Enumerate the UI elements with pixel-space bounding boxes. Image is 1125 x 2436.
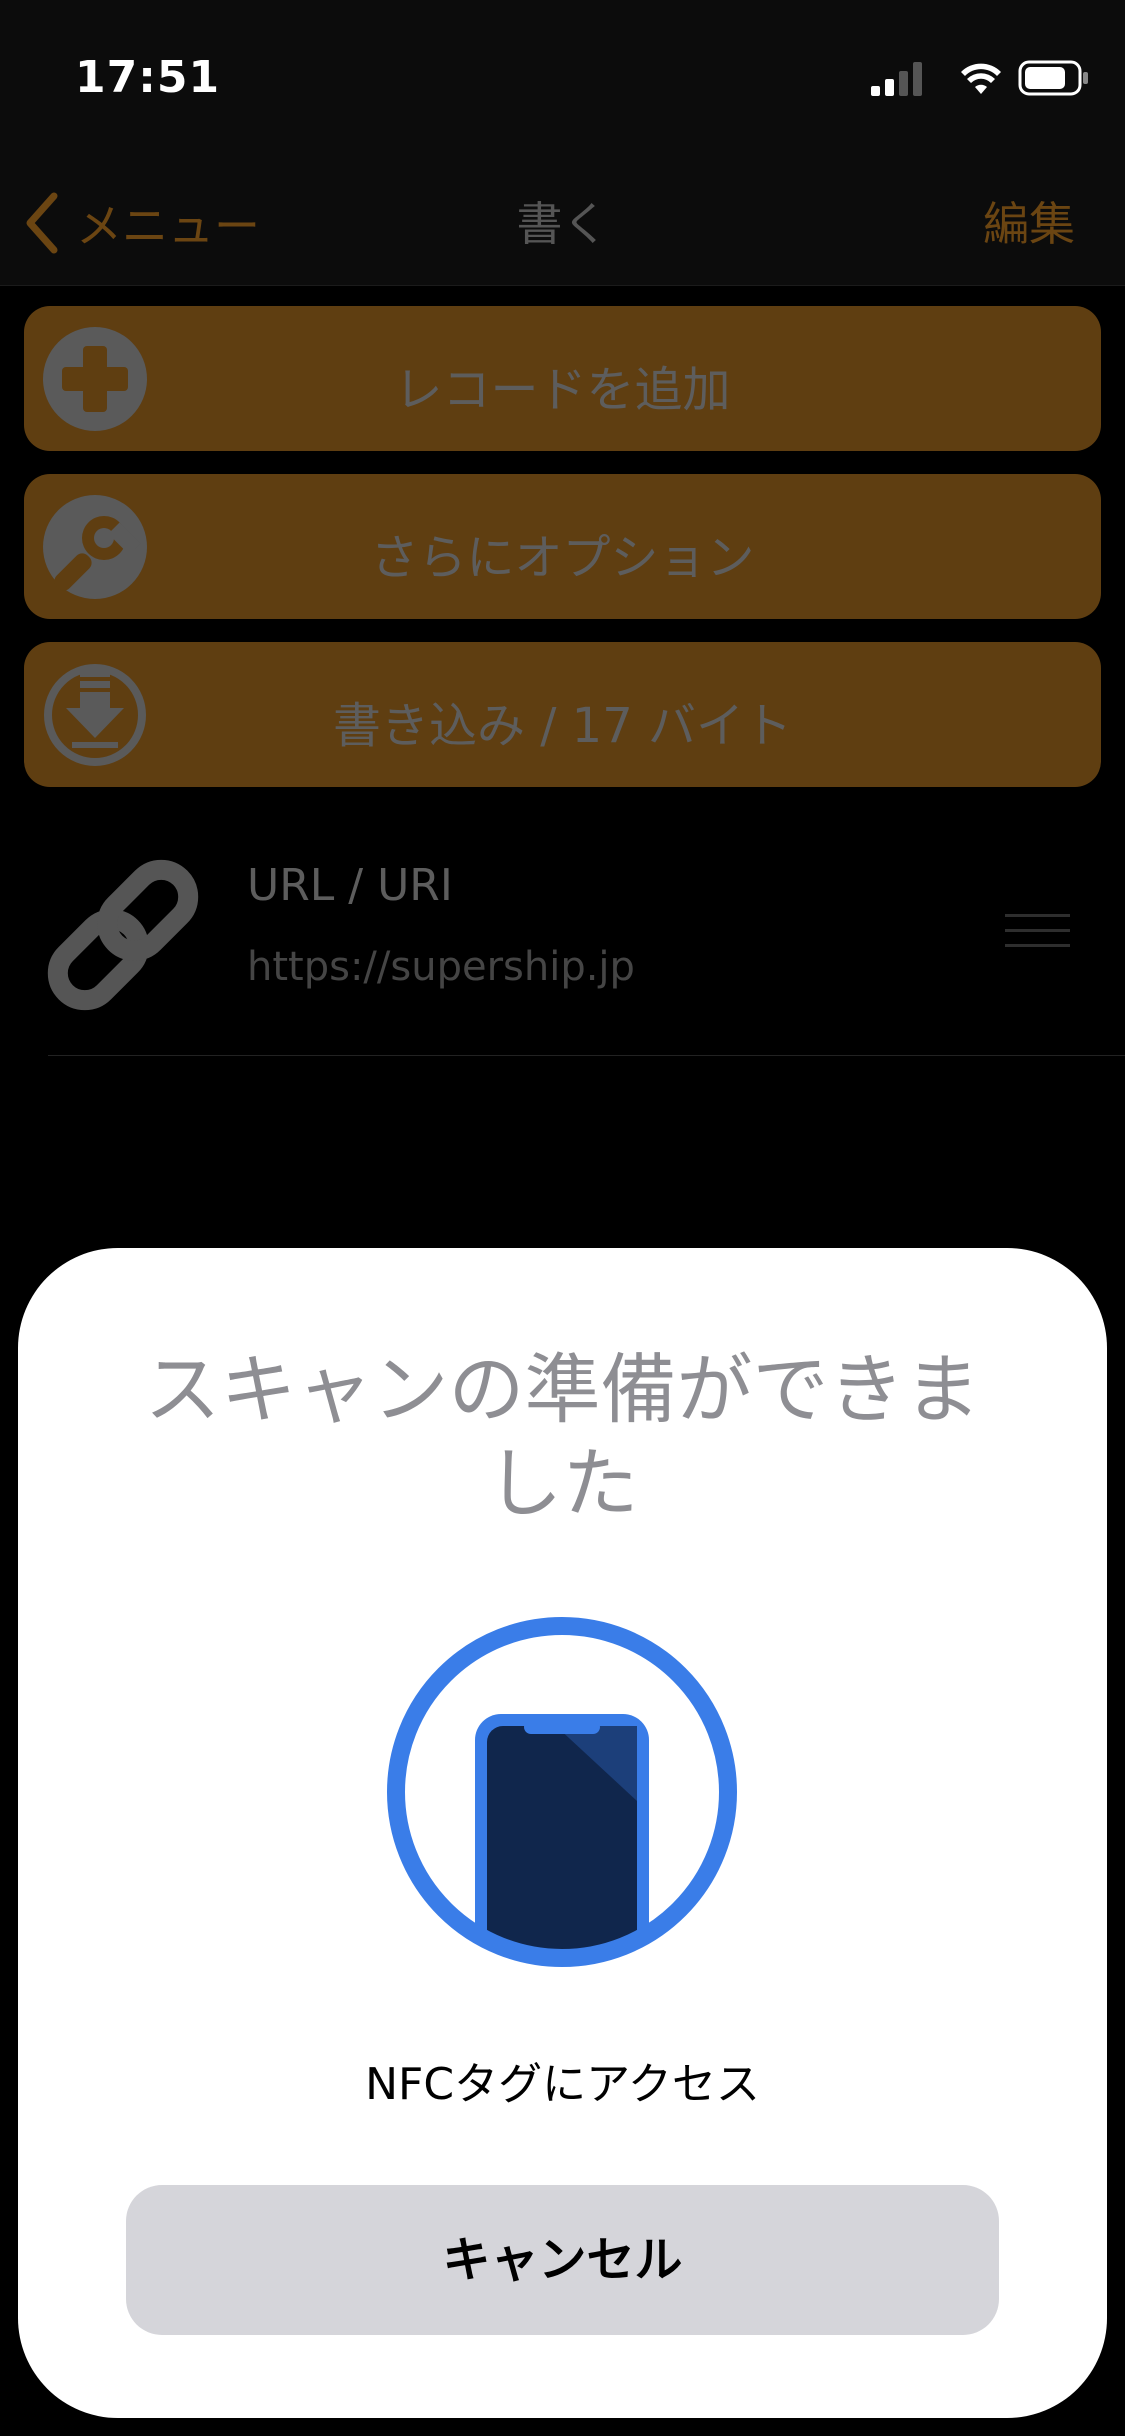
screen: 17:51 メニュー 書く 編集 レコードを追加 さらにオプション 書き込み /…: [0, 0, 1125, 2436]
more-options-button[interactable]: さらにオプション: [24, 474, 1101, 619]
reorder-handle-icon[interactable]: [1005, 914, 1070, 959]
record-value: https://supership.jp: [247, 944, 635, 990]
more-options-label: さらにオプション: [370, 530, 755, 586]
add-record-label: レコードを追加: [394, 362, 731, 418]
sheet-message: NFCタグにアクセス: [365, 2059, 760, 2110]
status-time: 17:51: [75, 52, 221, 103]
edit-button[interactable]: 編集: [983, 188, 1075, 254]
cancel-label: キャンセル: [442, 2232, 683, 2288]
write-button[interactable]: 書き込み / 17 バイト: [24, 642, 1101, 787]
navigation-bar: メニュー 書く 編集: [0, 160, 1125, 286]
sheet-title: スキャンの準備ができました: [144, 1345, 981, 1528]
status-bar: 17:51: [0, 0, 1125, 160]
add-record-button[interactable]: レコードを追加: [24, 306, 1101, 451]
status-icons: [871, 58, 1091, 98]
record-row[interactable]: URL / URI https://supership.jp: [0, 820, 1125, 1056]
nfc-phone-icon: [387, 1617, 737, 1967]
record-title: URL / URI: [247, 860, 453, 911]
write-label: 書き込み / 17 バイト: [332, 698, 793, 754]
link-icon: [47, 859, 199, 1011]
wifi-icon: [961, 63, 1001, 94]
cellular-signal-icon: [871, 62, 922, 96]
nfc-scan-sheet: スキャンの準備ができました NFCタグにアクセス キャンセル: [18, 1248, 1107, 2418]
cancel-button[interactable]: キャンセル: [126, 2185, 999, 2335]
battery-icon: [1018, 60, 1088, 96]
page-title: 書く: [516, 197, 609, 251]
divider: [48, 1055, 1125, 1056]
